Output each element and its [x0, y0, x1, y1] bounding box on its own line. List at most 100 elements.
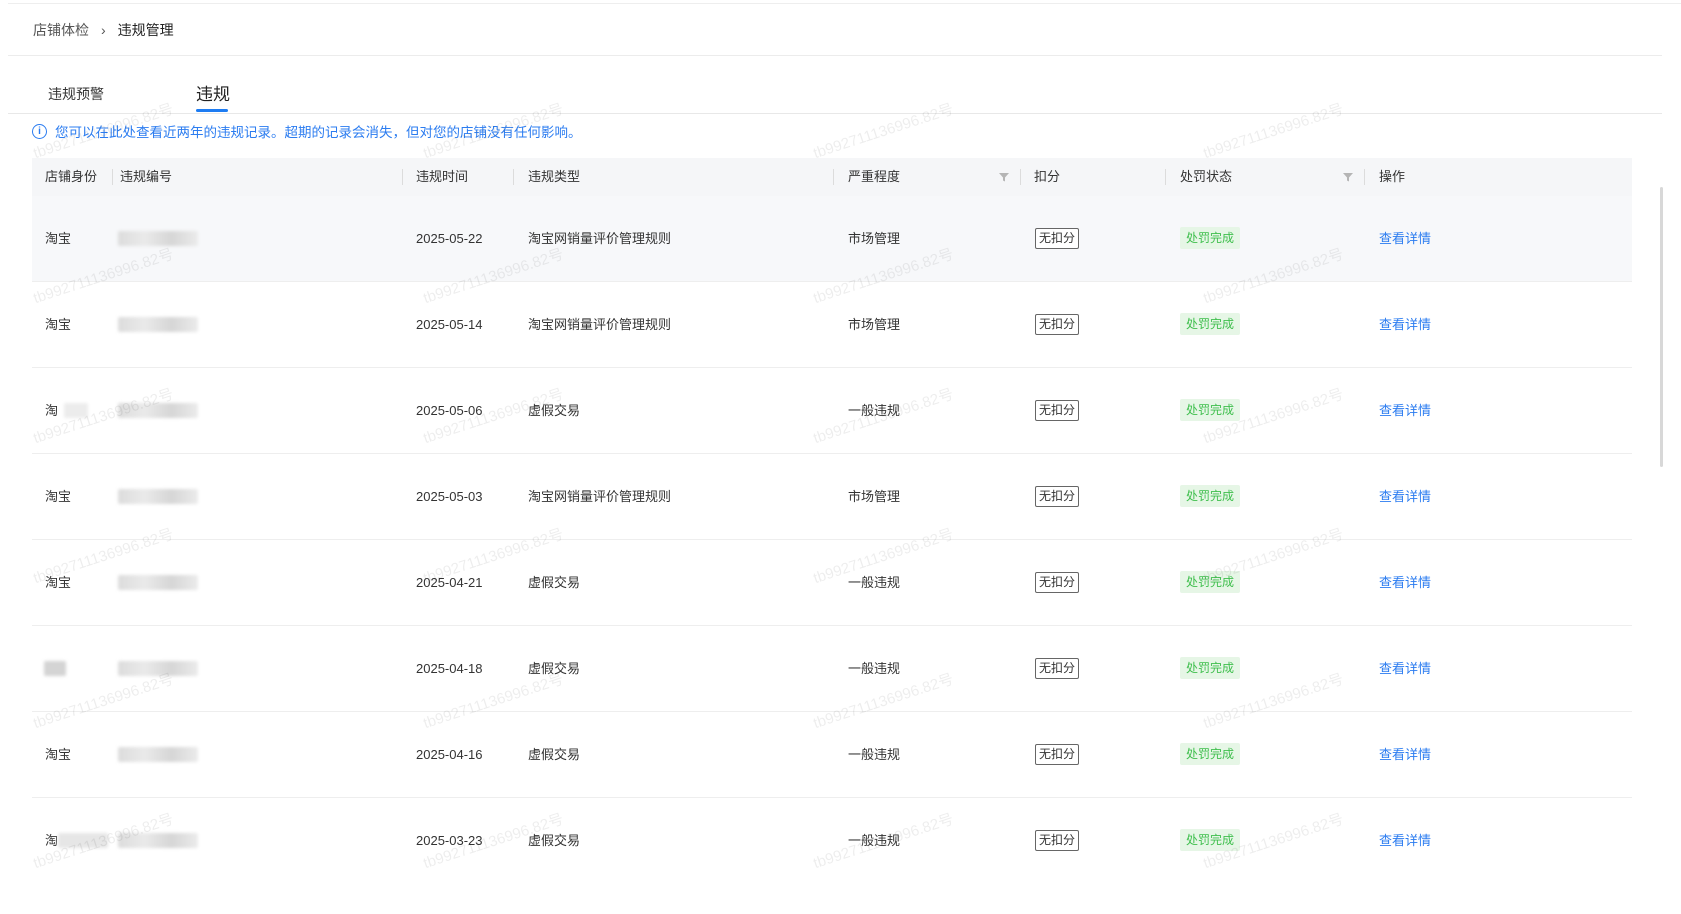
tab-violation-warning[interactable]: 违规预警: [48, 84, 104, 120]
view-details-link[interactable]: 查看详情: [1379, 798, 1431, 883]
severity-filter-icon[interactable]: [998, 171, 1010, 183]
header-identity: 店铺身份: [45, 169, 98, 184]
header-severity: 严重程度: [848, 169, 901, 184]
score-tag: 无扣分: [1035, 572, 1080, 593]
status-badge: 处罚完成: [1180, 313, 1241, 335]
header-type: 违规类型: [528, 169, 581, 184]
status-badge: 处罚完成: [1180, 485, 1241, 507]
cell-severity: 市场管理: [848, 489, 901, 504]
redacted-code: [118, 661, 198, 676]
cell-type: 虚假交易: [528, 833, 581, 848]
header-action: 操作: [1379, 169, 1406, 184]
cell-identity: 淘: [45, 403, 59, 418]
cell-time: 2025-05-22: [416, 231, 483, 246]
cell-severity: 一般违规: [848, 575, 901, 590]
cell-severity: 市场管理: [848, 231, 901, 246]
cell-identity: 淘宝: [45, 575, 72, 590]
header-separator: [1165, 169, 1166, 185]
cell-time: 2025-04-16: [416, 747, 483, 762]
header-code: 违规编号: [120, 169, 173, 184]
redacted-code: [118, 747, 198, 762]
header-divider: [8, 55, 1662, 56]
redacted-code: [118, 833, 198, 848]
view-details-link[interactable]: 查看详情: [1379, 282, 1431, 367]
score-tag: 无扣分: [1035, 400, 1080, 421]
breadcrumb-current: 违规管理: [117, 22, 174, 38]
cell-identity: 淘宝: [45, 747, 72, 762]
header-separator: [1020, 169, 1021, 185]
cell-type: 淘宝网销量评价管理规则: [528, 231, 672, 246]
page: 店铺体检 › 违规管理 违规预警 违规 i 您可以在此处查看近两年的违规记录。超…: [0, 0, 1681, 914]
score-tag: 无扣分: [1035, 228, 1080, 249]
status-badge: 处罚完成: [1180, 571, 1241, 593]
cell-time: 2025-03-23: [416, 833, 483, 848]
status-badge: 处罚完成: [1180, 227, 1241, 249]
cell-time: 2025-04-18: [416, 661, 483, 676]
view-details-link[interactable]: 查看详情: [1379, 626, 1431, 711]
status-badge: 处罚完成: [1180, 829, 1241, 851]
status-badge: 处罚完成: [1180, 657, 1241, 679]
score-tag: 无扣分: [1035, 486, 1080, 507]
redacted-code: [118, 317, 198, 332]
cell-type: 虚假交易: [528, 661, 581, 676]
notice-text: 您可以在此处查看近两年的违规记录。超期的记录会消失，但对您的店铺没有任何影响。: [55, 125, 582, 140]
violation-table: 店铺身份 违规编号 违规时间 违规类型 严重程度 扣分 处罚状态 操作 淘宝 2…: [32, 158, 1632, 883]
table-row: 淘宝 2025-05-03 淘宝网销量评价管理规则 市场管理 无扣分 处罚完成 …: [32, 454, 1632, 540]
cell-time: 2025-05-14: [416, 317, 483, 332]
cell-type: 虚假交易: [528, 403, 581, 418]
redacted-identity: [44, 661, 66, 676]
redacted-code: [118, 489, 198, 504]
cell-type: 淘宝网销量评价管理规则: [528, 489, 672, 504]
redacted-code: [118, 231, 198, 246]
header-status: 处罚状态: [1180, 169, 1233, 184]
redacted-identity: [64, 403, 88, 418]
status-filter-icon[interactable]: [1342, 171, 1354, 183]
info-icon: i: [32, 123, 47, 139]
status-badge: 处罚完成: [1180, 399, 1241, 421]
tab-bar: 违规预警 违规: [8, 76, 1662, 114]
redacted-identity: [58, 833, 108, 848]
cell-time: 2025-05-06: [416, 403, 483, 418]
view-details-link[interactable]: 查看详情: [1379, 540, 1431, 625]
table-row: 淘宝 2025-05-22 淘宝网销量评价管理规则 市场管理 无扣分 处罚完成 …: [32, 196, 1632, 282]
notice-banner: i 您可以在此处查看近两年的违规记录。超期的记录会消失，但对您的店铺没有任何影响…: [32, 121, 582, 141]
status-badge: 处罚完成: [1180, 743, 1241, 765]
header-score: 扣分: [1034, 169, 1061, 184]
table-row: 淘宝 2025-04-16 虚假交易 一般违规 无扣分 处罚完成 查看详情: [32, 712, 1632, 798]
breadcrumb: 店铺体检 › 违规管理: [33, 20, 174, 40]
table-row: 淘宝 2025-05-14 淘宝网销量评价管理规则 市场管理 无扣分 处罚完成 …: [32, 282, 1632, 368]
redacted-code: [118, 575, 198, 590]
view-details-link[interactable]: 查看详情: [1379, 712, 1431, 797]
table-row: 淘 2025-05-06 虚假交易 一般违规 无扣分 处罚完成 查看详情: [32, 368, 1632, 454]
table-row: 2025-04-18 虚假交易 一般违规 无扣分 处罚完成 查看详情: [32, 626, 1632, 712]
header-time: 违规时间: [416, 169, 469, 184]
table-header: 店铺身份 违规编号 违规时间 违规类型 严重程度 扣分 处罚状态 操作: [32, 158, 1632, 196]
header-separator: [402, 169, 403, 185]
cell-severity: 一般违规: [848, 661, 901, 676]
cell-identity: 淘宝: [45, 489, 72, 504]
cell-time: 2025-04-21: [416, 575, 483, 590]
cell-type: 虚假交易: [528, 575, 581, 590]
vertical-scrollbar[interactable]: [1660, 187, 1663, 467]
table-row: 淘宝 2025-04-21 虚假交易 一般违规 无扣分 处罚完成 查看详情: [32, 540, 1632, 626]
view-details-link[interactable]: 查看详情: [1379, 196, 1431, 281]
table-row: 淘 2025-03-23 虚假交易 一般违规 无扣分 处罚完成 查看详情: [32, 798, 1632, 883]
cell-identity: 淘宝: [45, 317, 72, 332]
cell-severity: 一般违规: [848, 403, 901, 418]
cell-type: 虚假交易: [528, 747, 581, 762]
view-details-link[interactable]: 查看详情: [1379, 368, 1431, 453]
cell-identity: 淘宝: [45, 231, 72, 246]
score-tag: 无扣分: [1035, 830, 1080, 851]
cell-severity: 一般违规: [848, 747, 901, 762]
header-separator: [1364, 169, 1365, 185]
score-tag: 无扣分: [1035, 314, 1080, 335]
header-separator: [112, 169, 113, 185]
score-tag: 无扣分: [1035, 658, 1080, 679]
score-tag: 无扣分: [1035, 744, 1080, 765]
breadcrumb-parent-link[interactable]: 店铺体检: [33, 20, 89, 40]
cell-severity: 市场管理: [848, 317, 901, 332]
view-details-link[interactable]: 查看详情: [1379, 454, 1431, 539]
cell-severity: 一般违规: [848, 833, 901, 848]
cell-type: 淘宝网销量评价管理规则: [528, 317, 672, 332]
cell-identity: 淘: [45, 833, 59, 848]
